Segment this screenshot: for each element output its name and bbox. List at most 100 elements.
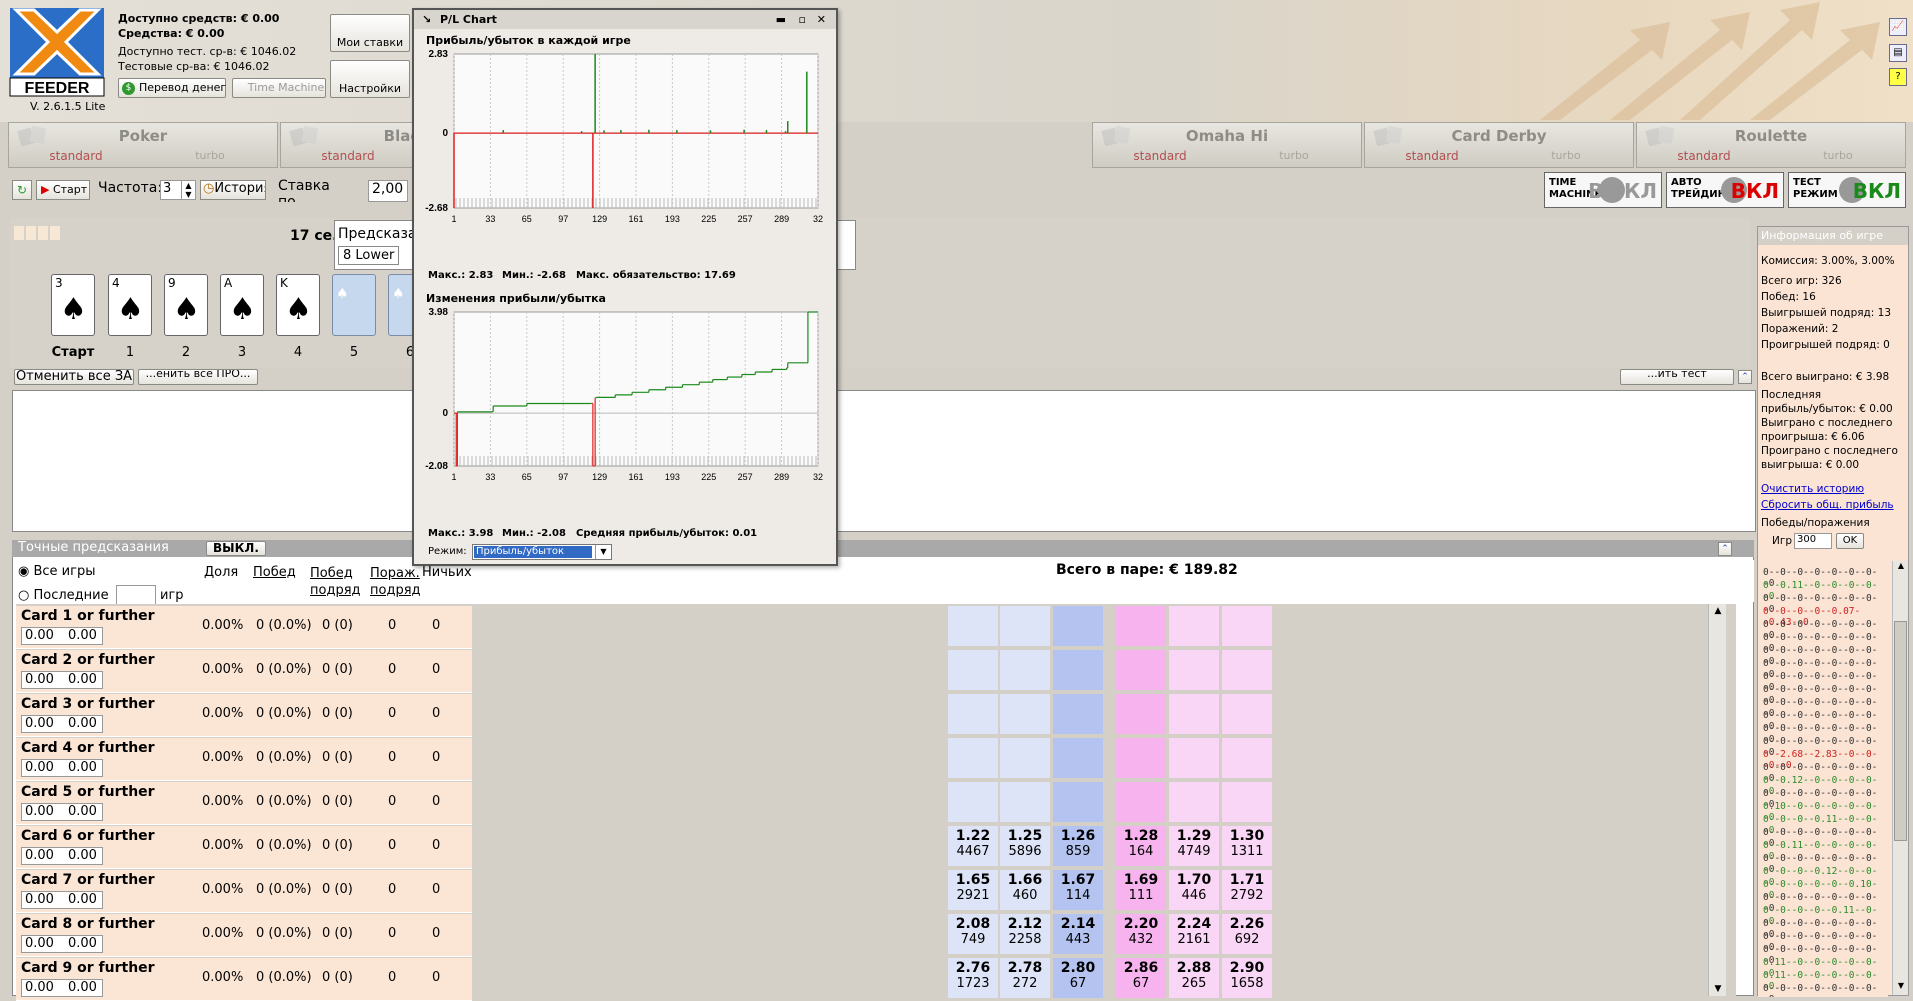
- mode-select[interactable]: Прибыль/убыток ▼: [472, 544, 612, 560]
- pl-chart-titlebar[interactable]: ↘ P/L Chart ▬ ▫ ✕: [414, 10, 836, 29]
- lay-odds-cell[interactable]: 2.90 1658: [1222, 958, 1272, 998]
- test-mode-promo[interactable]: ТЕСТ РЕЖИМ ВКЛ: [1788, 172, 1906, 208]
- lay-odds-cell[interactable]: 2.20 432: [1116, 914, 1166, 954]
- close-icon[interactable]: ✕: [817, 10, 826, 29]
- history-button[interactable]: ◷История: [200, 180, 266, 200]
- back-odds-cell[interactable]: [1053, 650, 1103, 690]
- back-odds-cell[interactable]: [948, 650, 998, 690]
- lay-odds-cell[interactable]: [1169, 650, 1219, 690]
- my-bets-button[interactable]: Мои ставки: [330, 14, 410, 52]
- maximize-icon[interactable]: ▫: [799, 10, 806, 29]
- cancel-all-back-button[interactable]: Отменить все ЗА: [14, 369, 134, 385]
- help-icon[interactable]: ?: [1889, 68, 1907, 86]
- transfer-money-button[interactable]: $ Перевод денег: [118, 78, 226, 98]
- back-odds-cell[interactable]: 1.65 2921: [948, 870, 998, 910]
- game-tab-5[interactable]: Card Derby standard turbo: [1364, 122, 1634, 168]
- stats-row-stakes[interactable]: 0.00 0.00: [21, 935, 103, 953]
- lay-odds-cell[interactable]: [1169, 738, 1219, 778]
- col-wins-streak[interactable]: Побед подряд: [310, 565, 361, 599]
- lay-odds-cell[interactable]: [1222, 738, 1272, 778]
- stats-row-stakes[interactable]: 0.00 0.00: [21, 627, 103, 645]
- back-odds-cell[interactable]: 1.67 114: [1053, 870, 1103, 910]
- standard-mode[interactable]: standard: [1637, 149, 1771, 163]
- back-odds-cell[interactable]: 1.25 5896: [1000, 826, 1050, 866]
- collapse-icon[interactable]: ⌃: [1738, 370, 1752, 384]
- time-machine-button[interactable]: Time Machine: [232, 78, 326, 98]
- chevron-down-icon[interactable]: ▼: [595, 545, 611, 559]
- lay-odds-cell[interactable]: 2.86 67: [1116, 958, 1166, 998]
- game-tab-4[interactable]: Omaha Hi standard turbo: [1092, 122, 1362, 168]
- back-odds-cell[interactable]: 1.22 4467: [948, 826, 998, 866]
- stats-row-stakes[interactable]: 0.00 0.00: [21, 891, 103, 909]
- lay-odds-cell[interactable]: [1116, 606, 1166, 646]
- turbo-mode[interactable]: turbo: [1771, 149, 1905, 162]
- lay-odds-cell[interactable]: 2.26 692: [1222, 914, 1272, 954]
- start-button[interactable]: ▶ Старт: [36, 180, 90, 200]
- turbo-mode[interactable]: turbo: [1227, 149, 1361, 162]
- all-games-radio[interactable]: ◉ Все игры: [18, 564, 95, 579]
- refresh-button[interactable]: ↻: [12, 180, 32, 200]
- standard-mode[interactable]: standard: [281, 149, 415, 163]
- stats-row-stakes[interactable]: 0.00 0.00: [21, 759, 103, 777]
- test-button[interactable]: ...ить тест: [1620, 369, 1734, 385]
- lay-odds-cell[interactable]: 2.88 265: [1169, 958, 1219, 998]
- bets-list[interactable]: [12, 390, 1756, 532]
- info-scrollbar[interactable]: ▲ ▼: [1892, 561, 1908, 995]
- back-odds-cell[interactable]: [948, 694, 998, 734]
- back-odds-cell[interactable]: 2.80 67: [1053, 958, 1103, 998]
- games-input[interactable]: 300: [1794, 533, 1832, 549]
- auto-trading-promo[interactable]: АВТО ТРЕЙДИНГ ВКЛ: [1666, 172, 1784, 208]
- standard-mode[interactable]: standard: [1365, 149, 1499, 163]
- back-odds-cell[interactable]: 2.76 1723: [948, 958, 998, 998]
- report-icon[interactable]: ▤: [1889, 44, 1907, 62]
- standard-mode[interactable]: standard: [1093, 149, 1227, 163]
- back-odds-cell[interactable]: 2.08 749: [948, 914, 998, 954]
- lay-odds-cell[interactable]: [1116, 782, 1166, 822]
- game-tab-6[interactable]: Roulette standard turbo: [1636, 122, 1906, 168]
- time-machine-promo[interactable]: TIME MACHINE ВЫКЛ: [1544, 172, 1662, 208]
- back-odds-cell[interactable]: [1000, 650, 1050, 690]
- off-button[interactable]: ВЫКЛ.: [206, 541, 266, 556]
- back-odds-cell[interactable]: [1000, 606, 1050, 646]
- lay-odds-cell[interactable]: 1.28 164: [1116, 826, 1166, 866]
- lay-odds-cell[interactable]: [1116, 650, 1166, 690]
- minimize-icon[interactable]: ▬: [776, 10, 786, 29]
- lay-odds-cell[interactable]: 1.71 2792: [1222, 870, 1272, 910]
- back-odds-cell[interactable]: 2.12 2258: [1000, 914, 1050, 954]
- back-odds-cell[interactable]: [1053, 694, 1103, 734]
- default-stake-input[interactable]: 2,00: [368, 180, 408, 202]
- col-loss-streak[interactable]: Пораж. подряд: [370, 565, 421, 599]
- stats-scrollbar[interactable]: ▲ ▼: [1708, 604, 1726, 996]
- stats-row-stakes[interactable]: 0.00 0.00: [21, 803, 103, 821]
- lay-odds-cell[interactable]: 1.30 1311: [1222, 826, 1272, 866]
- clear-history-link[interactable]: Очистить историю: [1761, 483, 1864, 495]
- pl-chart-window[interactable]: ↘ P/L Chart ▬ ▫ ✕ Прибыль/убыток в каждо…: [412, 8, 838, 566]
- back-odds-cell[interactable]: [948, 782, 998, 822]
- back-odds-cell[interactable]: [948, 738, 998, 778]
- lay-odds-cell[interactable]: [1222, 694, 1272, 734]
- stats-row-stakes[interactable]: 0.00 0.00: [21, 715, 103, 733]
- lay-odds-cell[interactable]: [1222, 650, 1272, 690]
- col-wins[interactable]: Побед: [253, 565, 296, 580]
- back-odds-cell[interactable]: [1000, 738, 1050, 778]
- last-games-radio[interactable]: ○ Последние: [18, 588, 109, 603]
- lay-odds-cell[interactable]: [1169, 782, 1219, 822]
- pin-icon[interactable]: ↘: [422, 10, 431, 29]
- reset-profit-link[interactable]: Сбросить общ. прибыль: [1761, 499, 1894, 511]
- game-tab-1[interactable]: Poker standard turbo: [8, 122, 278, 168]
- chart-icon[interactable]: 📈: [1889, 18, 1907, 36]
- turbo-mode[interactable]: turbo: [1499, 149, 1633, 162]
- turbo-mode[interactable]: turbo: [143, 149, 277, 162]
- back-odds-cell[interactable]: [1053, 782, 1103, 822]
- collapse-stats-icon[interactable]: ⌃: [1718, 542, 1732, 556]
- lay-odds-cell[interactable]: 1.69 111: [1116, 870, 1166, 910]
- lay-odds-cell[interactable]: 2.24 2161: [1169, 914, 1219, 954]
- standard-mode[interactable]: standard: [9, 149, 143, 163]
- cancel-all-lay-button[interactable]: ...енить все ПРО...: [138, 369, 258, 385]
- frequency-input[interactable]: 3 ▲ ▼: [160, 180, 196, 200]
- lay-odds-cell[interactable]: [1222, 606, 1272, 646]
- stats-row-stakes[interactable]: 0.00 0.00: [21, 671, 103, 689]
- lay-odds-cell[interactable]: 1.70 446: [1169, 870, 1219, 910]
- last-games-input[interactable]: [116, 585, 156, 605]
- lay-odds-cell[interactable]: [1116, 738, 1166, 778]
